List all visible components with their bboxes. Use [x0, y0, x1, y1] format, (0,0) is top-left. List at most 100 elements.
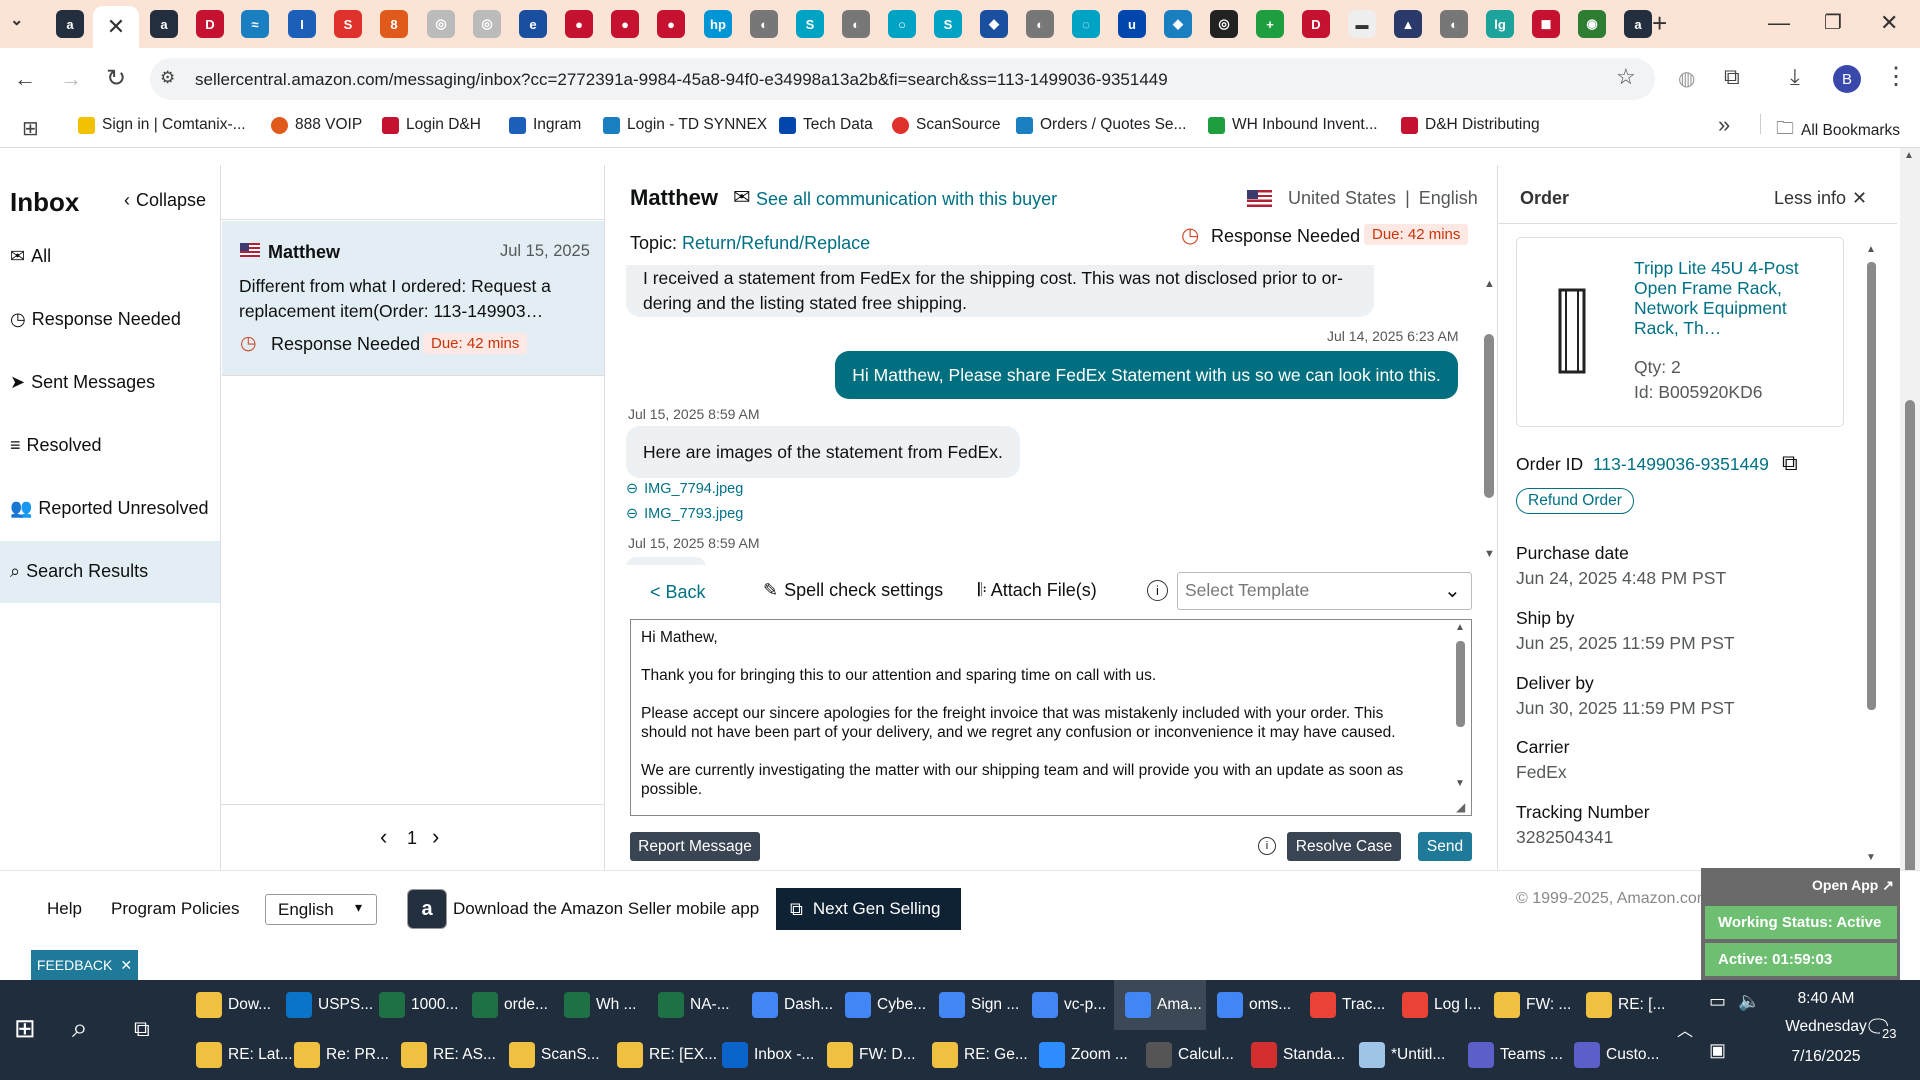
taskbar-app-button[interactable]: RE: [EX... [613, 1032, 717, 1078]
collapse-button[interactable]: ‹ Collapse [124, 190, 206, 211]
next-gen-selling-button[interactable]: ⧉ Next Gen Selling [776, 888, 961, 930]
scroll-down-arrow-icon[interactable]: ▼ [1484, 548, 1495, 560]
taskbar-app-button[interactable]: Ama... [1121, 982, 1202, 1028]
more-bookmarks-chevron-icon[interactable]: » [1718, 112, 1730, 138]
taskbar-app-button[interactable]: Trac... [1306, 982, 1385, 1028]
prev-page-chevron-icon[interactable]: ‹ [380, 824, 387, 850]
tab-active-close-icon[interactable]: ✕ [93, 6, 139, 48]
attachment-link[interactable]: ⊖ IMG_7793.jpeg [626, 506, 743, 522]
back-button[interactable]: < Back [650, 582, 706, 603]
copy-icon[interactable]: ⧉ [1782, 450, 1798, 476]
taskbar-app-button[interactable]: NA-... [654, 982, 730, 1028]
next-page-chevron-icon[interactable]: › [432, 824, 439, 850]
order-scroll-down-icon[interactable]: ▼ [1866, 852, 1876, 863]
bookmark-item[interactable]: Login D&H [382, 116, 481, 134]
taskbar-app-button[interactable]: RE: Lat... [192, 1032, 293, 1078]
tab-globe-icon[interactable]: ◐ [842, 10, 870, 38]
taskbar-app-button[interactable]: Dow... [192, 982, 271, 1028]
tab-amazon-icon[interactable]: a [1624, 10, 1652, 38]
thread-scrollbar-thumb[interactable] [1484, 334, 1494, 498]
tab-search-chevron-icon[interactable]: ⌄ [10, 10, 38, 38]
order-scroll-up-icon[interactable]: ▲ [1866, 244, 1876, 255]
taskbar-app-button[interactable]: 1000... [375, 982, 458, 1028]
bookmark-star-icon[interactable]: ☆ [1616, 64, 1636, 90]
spell-check-settings-button[interactable]: ✎ Spell check settings [763, 580, 943, 601]
tab-orders-icon[interactable]: ≈ [241, 10, 269, 38]
tab-edge-icon[interactable]: e [519, 10, 547, 38]
scroll-up-arrow-icon[interactable]: ▲ [1484, 278, 1495, 290]
bookmark-item[interactable]: Sign in | Comtanix-... [78, 116, 246, 134]
info-icon[interactable]: i [1258, 837, 1276, 855]
taskbar-app-button[interactable]: ScanS... [505, 1032, 600, 1078]
battery-icon[interactable]: ▭ [1709, 991, 1726, 1012]
taskbar-app-button[interactable]: RE: AS... [397, 1032, 496, 1078]
windows-start-icon[interactable]: ⊞ [14, 1013, 36, 1044]
taskbar-app-button[interactable]: Custo... [1570, 1032, 1659, 1078]
attachment-link[interactable]: ⊖ IMG_7794.jpeg [626, 481, 743, 497]
see-all-communication-link[interactable]: See all communication with this buyer [756, 189, 1057, 210]
tab-dh-icon[interactable]: D [1302, 10, 1330, 38]
tab-globe-icon[interactable]: ◐ [750, 10, 778, 38]
tab-generic-icon[interactable]: S [796, 10, 824, 38]
less-info-button[interactable]: Less info ✕ [1774, 188, 1867, 209]
taskbar-app-button[interactable]: RE: Ge... [928, 1032, 1028, 1078]
working-status-badge[interactable]: Working Status: Active [1705, 906, 1897, 939]
program-policies-link[interactable]: Program Policies [111, 899, 240, 919]
order-id-link[interactable]: 113-1499036-9351449 [1593, 454, 1769, 475]
taskbar-app-button[interactable]: Standa... [1247, 1032, 1345, 1078]
tab-generic-icon[interactable]: ◆ [980, 10, 1008, 38]
task-view-icon[interactable]: ⧉ [134, 1016, 150, 1042]
volume-icon[interactable]: 🔈 [1738, 991, 1760, 1012]
order-scrollbar-thumb[interactable] [1867, 262, 1876, 710]
taskbar-app-button[interactable]: Re: PR... [290, 1032, 389, 1078]
taskbar-app-button[interactable]: Wh ... [560, 982, 636, 1028]
tab-generic-icon[interactable]: ▲ [1394, 10, 1422, 38]
search-icon[interactable]: ⌕ [72, 1012, 88, 1045]
tab-generic-icon[interactable]: ◎ [1210, 10, 1238, 38]
back-arrow-icon[interactable]: ← [14, 66, 36, 92]
tab-globe-icon[interactable]: ◐ [1026, 10, 1054, 38]
tab-hp-icon[interactable]: hp [704, 10, 732, 38]
nav-resolved[interactable]: ≡ Resolved [10, 435, 102, 456]
nav-search-results[interactable]: ⌕ Search Results [10, 561, 148, 582]
clock-time[interactable]: 8:40 AM [1776, 990, 1876, 1008]
taskbar-app-button[interactable]: Cybe... [841, 982, 926, 1028]
tab-generic-icon[interactable]: ◎ [427, 10, 455, 38]
profile-avatar[interactable]: B [1833, 65, 1861, 93]
open-app-button[interactable]: Open App ↗ [1812, 877, 1894, 894]
report-message-button[interactable]: Report Message [630, 832, 760, 861]
browser-menu-icon[interactable]: ⋮ [1884, 62, 1908, 91]
textarea-scrollbar-thumb[interactable] [1456, 641, 1465, 727]
page-scroll-up-icon[interactable]: ▲ [1904, 150, 1914, 161]
apps-grid-icon[interactable]: ⊞ [22, 116, 39, 141]
tab-generic-icon[interactable]: ◌ [1072, 10, 1100, 38]
tab-lg-icon[interactable]: ● [611, 10, 639, 38]
resize-handle-icon[interactable]: ◢ [1456, 800, 1465, 814]
bookmark-item[interactable]: WH Inbound Invent... [1208, 116, 1378, 134]
reload-icon[interactable]: ↻ [106, 64, 126, 93]
bookmark-item[interactable]: Tech Data [779, 116, 873, 134]
taskbar-app-button[interactable]: vc-p... [1028, 982, 1106, 1028]
maximize-button[interactable]: ❐ [1824, 10, 1842, 35]
tab-logi-icon[interactable]: lg [1486, 10, 1514, 38]
taskbar-app-button[interactable]: *Untitl... [1355, 1032, 1445, 1078]
tab-generic-icon[interactable]: ◆ [1164, 10, 1192, 38]
tab-generic-icon[interactable]: ○ [888, 10, 916, 38]
bookmark-item[interactable]: Orders / Quotes Se... [1016, 116, 1186, 134]
resolve-case-button[interactable]: Resolve Case [1287, 832, 1401, 861]
taskbar-app-button[interactable]: RE: [... [1582, 982, 1665, 1028]
tab-generic-icon[interactable]: u [1118, 10, 1146, 38]
bookmark-item[interactable]: Ingram [509, 116, 581, 134]
tab-generic-icon[interactable]: S [934, 10, 962, 38]
send-button[interactable]: Send [1418, 832, 1472, 861]
tab-globe-icon[interactable]: ◐ [1440, 10, 1468, 38]
taskbar-app-button[interactable]: FW: ... [1490, 982, 1571, 1028]
taskbar-app-button[interactable]: Teams ... [1464, 1032, 1563, 1078]
taskbar-app-button[interactable]: oms... [1213, 982, 1291, 1028]
taskbar-app-button[interactable]: Dash... [748, 982, 833, 1028]
textarea-scroll-down-icon[interactable]: ▼ [1455, 778, 1465, 789]
attach-files-button[interactable]: 𝄆 Attach File(s) [978, 580, 1097, 601]
nav-response-needed[interactable]: ◷ Response Needed [10, 309, 181, 330]
taskbar-app-button[interactable]: Inbox -... [718, 1032, 814, 1078]
taskbar-app-button[interactable]: FW: D... [823, 1032, 916, 1078]
